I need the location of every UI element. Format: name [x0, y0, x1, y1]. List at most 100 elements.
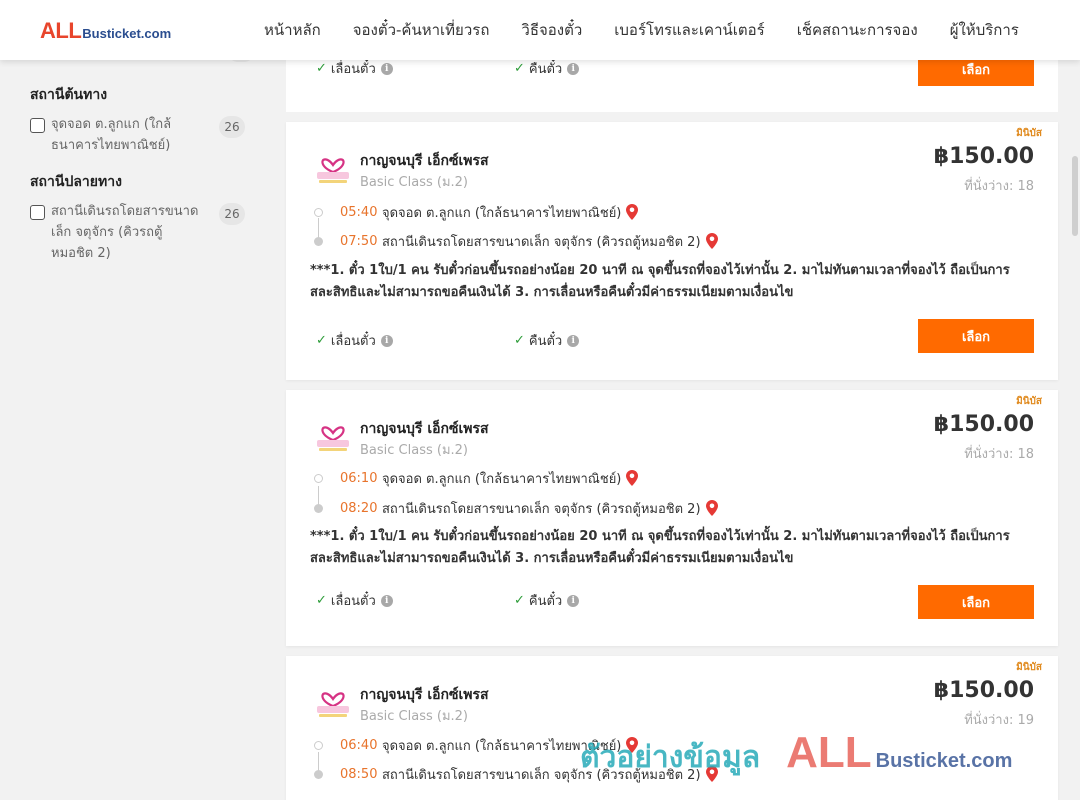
refund-policy: ✓ คืนตั๋ว i [514, 330, 580, 351]
logo-rest-text: Busticket.com [82, 26, 172, 41]
nav-home[interactable]: หน้าหลัก [248, 18, 337, 42]
operator-logo-icon [317, 158, 349, 183]
check-icon: ✓ [514, 593, 525, 608]
check-icon: ✓ [514, 333, 525, 348]
reschedule-label: เลื่อนตั๋ว [330, 594, 376, 609]
filter-destination-title: สถานีปลายทาง [30, 174, 122, 190]
site-logo[interactable]: ALL Busticket.com [40, 18, 171, 44]
filter-destination-option[interactable]: สถานีเดินรถโดยสารขนาดเล็ก จตุจักร (คิวรถ… [30, 203, 260, 264]
check-icon: ✓ [316, 61, 327, 76]
arrival-stop: 07:50 สถานีเดินรถโดยสารขนาดเล็ก จตุจักร … [314, 231, 718, 251]
check-icon: ✓ [316, 333, 327, 348]
departure-dot [314, 207, 323, 217]
departure-time: 06:40 [340, 737, 378, 753]
arrival-dot [314, 503, 323, 513]
trip-conditions: ***1. ตั๋ว 1ใบ/1 คน รับตั๋วก่อนขึ้นรถอย่… [310, 529, 1010, 566]
info-icon[interactable]: i [567, 334, 580, 347]
filter-origin-option[interactable]: จุดจอด ต.ลูกแก (ใกล้ธนาคารไทยพาณิชย์) 26 [30, 116, 260, 156]
arrival-dot [314, 236, 323, 246]
reschedule-label: เลื่อนตั๋ว [330, 334, 376, 349]
operator-name: กาญจนบุรี เอ็กซ์เพรส [360, 687, 489, 703]
info-icon[interactable]: i [380, 334, 393, 347]
arrival-stop-name: สถานีเดินรถโดยสารขนาดเล็ก จตุจักร (คิวรถ… [382, 501, 701, 517]
filter-destination: สถานีปลายทาง สถานีเดินรถโดยสารขนาดเล็ก จ… [30, 171, 260, 264]
arrival-dot [314, 769, 323, 779]
arrival-stop-name: สถานีเดินรถโดยสารขนาดเล็ก จตุจักร (คิวรถ… [382, 234, 701, 250]
seats-available: ที่นั่งว่าง: 18 [964, 179, 1034, 194]
departure-time: 06:10 [340, 470, 378, 486]
arrival-time: 07:50 [340, 233, 378, 249]
map-pin-icon[interactable] [626, 470, 639, 486]
check-icon: ✓ [514, 61, 525, 76]
check-icon: ✓ [316, 593, 327, 608]
trip-card: มินิบัส กาญจนบุรี เอ็กซ์เพรส Basic Class… [286, 656, 1058, 800]
departure-stop-name: จุดจอด ต.ลูกแก (ใกล้ธนาคารไทยพาณิชย์) [382, 205, 622, 221]
reschedule-policy: ✓ เลื่อนตั๋ว i [316, 330, 393, 351]
info-icon[interactable]: i [567, 594, 580, 607]
refund-label: คืนตั๋ว [528, 334, 563, 349]
arrival-time: 08:50 [340, 766, 378, 782]
seats-available: ที่นั่งว่าง: 19 [964, 713, 1034, 728]
operator-logo-icon [317, 692, 349, 717]
filter-origin-label: จุดจอด ต.ลูกแก (ใกล้ธนาคารไทยพาณิชย์) [51, 117, 172, 153]
departure-dot [314, 740, 323, 750]
nav-operators[interactable]: ผู้ให้บริการ [934, 18, 1035, 42]
map-pin-icon[interactable] [705, 500, 718, 516]
ticket-price: ฿150.00 [933, 144, 1034, 169]
trip-card: มินิบัส กาญจนบุรี เอ็กซ์เพรส Basic Class… [286, 390, 1058, 646]
arrival-stop: 08:20 สถานีเดินรถโดยสารขนาดเล็ก จตุจักร … [314, 498, 718, 518]
refund-policy: ✓ คืนตั๋ว i [514, 590, 580, 611]
service-class: Basic Class (ม.2) [360, 175, 468, 190]
site-header: ALL Busticket.com หน้าหลัก จองตั๋ว-ค้นหา… [0, 0, 1080, 60]
page-scrollbar[interactable] [1070, 60, 1080, 800]
map-pin-icon[interactable] [705, 233, 718, 249]
filter-origin-count: 26 [219, 116, 245, 138]
nav-how-to-book[interactable]: วิธีจองตั๋ว [505, 18, 598, 42]
departure-stop: 06:10 จุดจอด ต.ลูกแก (ใกล้ธนาคารไทยพาณิช… [314, 468, 639, 488]
operator-name: กาญจนบุรี เอ็กซ์เพรส [360, 153, 489, 169]
filter-destination-label: สถานีเดินรถโดยสารขนาดเล็ก จตุจักร (คิวรถ… [51, 204, 199, 261]
service-class: Basic Class (ม.2) [360, 709, 468, 724]
map-pin-icon[interactable] [626, 737, 639, 753]
vehicle-type-badge: มินิบัส [1016, 662, 1042, 673]
departure-stop: 06:40 จุดจอด ต.ลูกแก (ใกล้ธนาคารไทยพาณิช… [314, 735, 639, 755]
refund-label: คืนตั๋ว [528, 594, 563, 609]
refund-label: คืนตั๋ว [528, 62, 563, 77]
departure-stop: 05:40 จุดจอด ต.ลูกแก (ใกล้ธนาคารไทยพาณิช… [314, 202, 639, 222]
vehicle-type-badge: มินิบัส [1016, 396, 1042, 407]
nav-contact-counters[interactable]: เบอร์โทรและเคาน์เตอร์ [598, 18, 780, 42]
select-trip-button[interactable]: เลือก [918, 319, 1034, 353]
reschedule-policy: ✓ เลื่อนตั๋ว i [316, 590, 393, 611]
operator-logo-icon [317, 426, 349, 451]
filter-origin-checkbox[interactable] [30, 118, 45, 133]
service-class: Basic Class (ม.2) [360, 443, 468, 458]
departure-stop-name: จุดจอด ต.ลูกแก (ใกล้ธนาคารไทยพาณิชย์) [382, 471, 622, 487]
info-icon[interactable]: i [567, 62, 580, 75]
map-pin-icon[interactable] [705, 766, 718, 782]
info-icon[interactable]: i [380, 594, 393, 607]
ticket-price: ฿150.00 [933, 412, 1034, 437]
arrival-stop: 08:50 สถานีเดินรถโดยสารขนาดเล็ก จตุจักร … [314, 764, 718, 784]
info-icon[interactable]: i [380, 62, 393, 75]
trip-card: มินิบัส กาญจนบุรี เอ็กซ์เพรส Basic Class… [286, 122, 1058, 380]
ticket-price: ฿150.00 [933, 678, 1034, 703]
arrival-time: 08:20 [340, 500, 378, 516]
nav-check-booking[interactable]: เช็คสถานะการจอง [781, 18, 934, 42]
nav-book-search[interactable]: จองตั๋ว-ค้นหาเที่ยวรถ [337, 18, 506, 42]
map-pin-icon[interactable] [626, 204, 639, 220]
filter-origin-title: สถานีต้นทาง [30, 87, 108, 103]
operator-name: กาญจนบุรี เอ็กซ์เพรส [360, 421, 489, 437]
refund-policy: ✓ คืนตั๋ว i [514, 58, 580, 79]
vehicle-type-badge: มินิบัส [1016, 128, 1042, 139]
select-trip-button[interactable]: เลือก [918, 585, 1034, 619]
scrollbar-thumb[interactable] [1072, 156, 1078, 236]
filter-sidebar: สถานีต้นทาง จุดจอด ต.ลูกแก (ใกล้ธนาคารไท… [0, 52, 270, 800]
filter-origin: สถานีต้นทาง จุดจอด ต.ลูกแก (ใกล้ธนาคารไท… [30, 84, 260, 156]
trip-conditions: ***1. ตั๋ว 1ใบ/1 คน รับตั๋วก่อนขึ้นรถอย่… [310, 263, 1010, 300]
departure-time: 05:40 [340, 204, 378, 220]
arrival-stop-name: สถานีเดินรถโดยสารขนาดเล็ก จตุจักร (คิวรถ… [382, 767, 701, 783]
filter-destination-checkbox[interactable] [30, 205, 45, 220]
seats-available: ที่นั่งว่าง: 18 [964, 447, 1034, 462]
reschedule-label: เลื่อนตั๋ว [330, 62, 376, 77]
logo-all-text: ALL [40, 18, 82, 43]
